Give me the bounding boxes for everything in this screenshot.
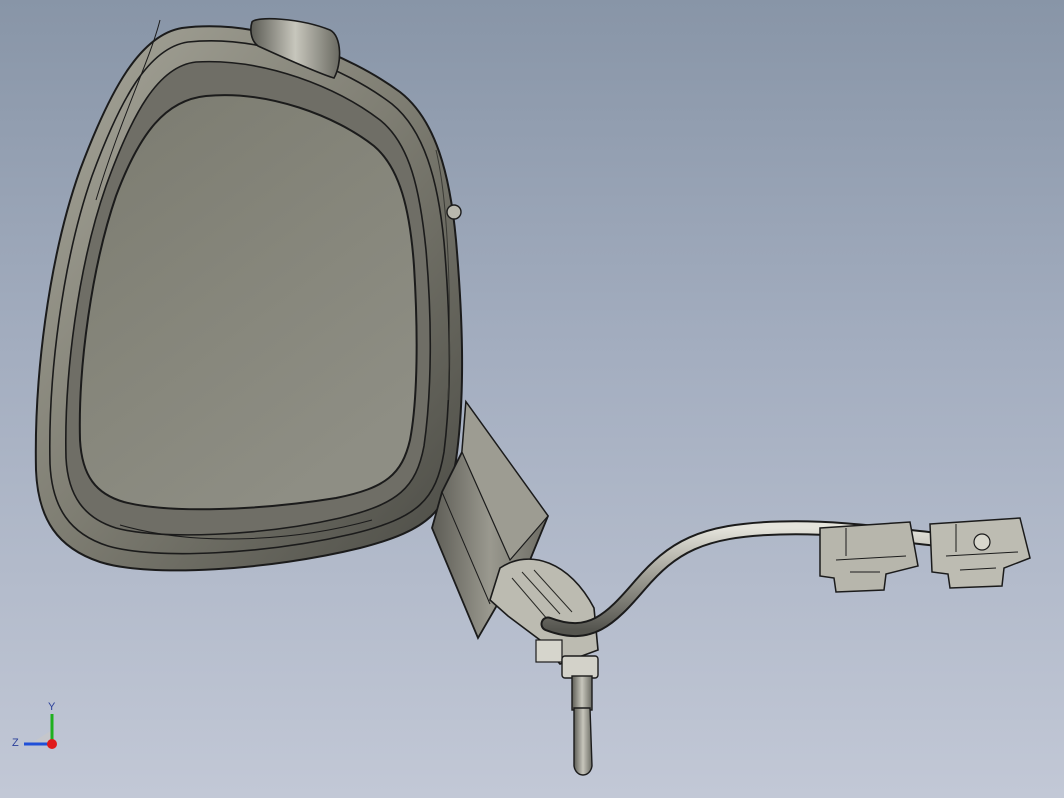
pivot-bracket[interactable] [489, 558, 599, 665]
triad-svg: Y Z [12, 701, 57, 749]
connector-right-port [973, 533, 991, 551]
cad-viewport[interactable]: Y Z [0, 0, 1064, 798]
connector-right[interactable] [929, 517, 1031, 589]
mounting-pin-collar [561, 655, 599, 679]
pivot-clip [535, 639, 563, 663]
triad-z-label: Z [12, 737, 19, 749]
mounting-pin[interactable] [561, 655, 599, 776]
mounting-pin-shaft [571, 675, 593, 711]
housing-bolt [446, 204, 462, 220]
cable-harness-fill [542, 522, 996, 635]
triad-y-label: Y [48, 701, 56, 713]
model-canvas[interactable] [0, 0, 1064, 798]
mounting-pin-tip [573, 707, 593, 776]
connector-left[interactable] [819, 521, 919, 593]
triad-x-axis-dot [47, 739, 57, 749]
connector-left-body [819, 521, 919, 593]
connector-right-body [929, 517, 1031, 589]
orientation-triad: Y Z [6, 700, 70, 760]
